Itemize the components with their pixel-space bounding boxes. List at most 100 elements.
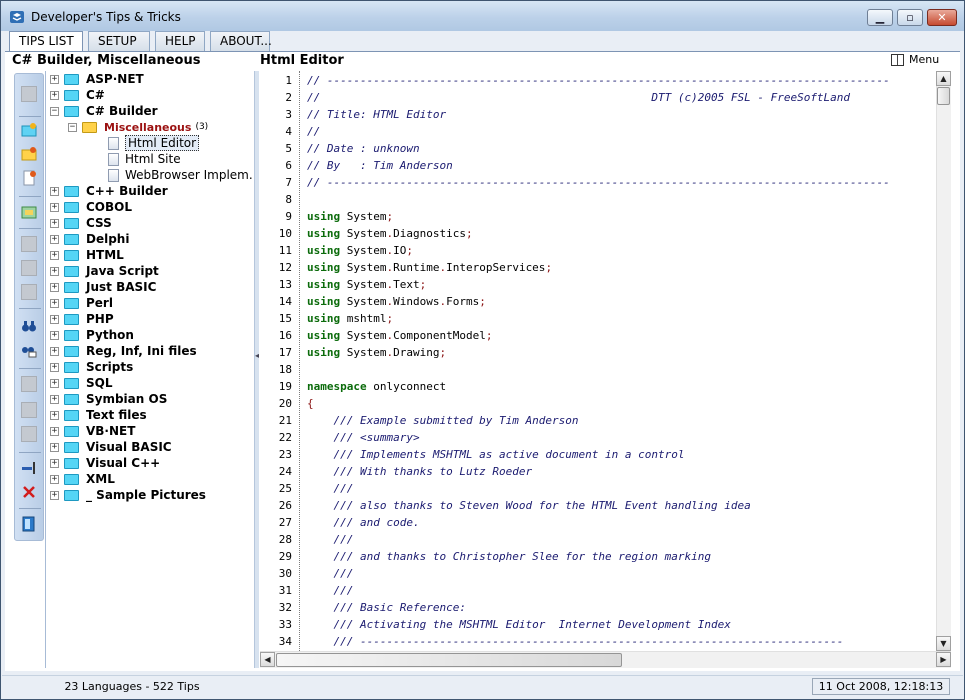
new-tip-icon[interactable]	[21, 170, 37, 186]
folder-icon	[64, 313, 79, 325]
tree-item-sample-pictures[interactable]: + _ Sample Pictures	[50, 487, 206, 503]
tree-item-html[interactable]: + HTML	[50, 247, 124, 263]
vertical-scroll-thumb[interactable]	[937, 87, 950, 105]
tree-item-xml[interactable]: + XML	[50, 471, 115, 487]
tree-item-scripts[interactable]: + Scripts	[50, 359, 133, 375]
scroll-up-icon[interactable]: ▲	[936, 71, 951, 86]
tree-item-perl[interactable]: + Perl	[50, 295, 113, 311]
collapse-arrow-icon[interactable]: ◂	[255, 351, 259, 360]
horizontal-scrollbar[interactable]: ◀ ▶	[260, 651, 951, 668]
expand-icon[interactable]: +	[50, 442, 59, 452]
tree-item-reg-inf-ini[interactable]: + Reg, Inf, Ini files	[50, 343, 197, 359]
tree-item-php[interactable]: + PHP	[50, 311, 114, 327]
expand-icon[interactable]: +	[50, 250, 59, 260]
tree-item-cobol[interactable]: + COBOL	[50, 199, 132, 215]
expand-icon[interactable]: +	[50, 314, 59, 324]
scroll-down-icon[interactable]: ▼	[936, 636, 951, 651]
tab-tips-list[interactable]: TIPS LIST	[9, 31, 83, 52]
tree-item-webbrowser[interactable]: WebBrowser Implem...	[108, 167, 253, 183]
code-line: using mshtml;	[307, 312, 394, 325]
expand-icon[interactable]: +	[50, 90, 59, 100]
delete-icon[interactable]	[21, 484, 37, 500]
tree-item-css[interactable]: + CSS	[50, 215, 112, 231]
refresh-icon[interactable]	[21, 284, 37, 300]
close-button[interactable]: ✕	[927, 9, 957, 26]
import-icon[interactable]	[21, 204, 37, 220]
tree-item-visual-cpp[interactable]: + Visual C++	[50, 455, 160, 471]
expand-icon[interactable]: +	[50, 474, 59, 484]
expand-icon[interactable]: +	[50, 202, 59, 212]
category-tree[interactable]: + ASP·NET + C# − C# Builder − Miscellaneous(…	[45, 71, 253, 668]
insert-icon[interactable]	[21, 460, 37, 476]
tree-item-html-site[interactable]: Html Site	[108, 151, 181, 167]
title-bar[interactable]: Developer's Tips & Tricks ▁ ▫ ✕	[1, 1, 964, 31]
tab-help[interactable]: HELP	[155, 31, 205, 51]
collapse-icon[interactable]: −	[68, 122, 77, 132]
line-number: 16	[278, 329, 292, 342]
expand-icon[interactable]: +	[50, 394, 59, 404]
save-icon[interactable]	[21, 236, 37, 252]
line-number: 11	[278, 244, 292, 257]
add-folder-icon[interactable]	[21, 146, 37, 162]
tab-setup[interactable]: SETUP	[88, 31, 150, 51]
expand-icon[interactable]: +	[50, 186, 59, 196]
expand-icon[interactable]: +	[50, 378, 59, 388]
tree-item-csharp[interactable]: + C#	[50, 87, 105, 103]
binoculars-icon[interactable]	[21, 318, 37, 334]
new-document-icon[interactable]	[21, 86, 37, 102]
paste-icon[interactable]	[21, 426, 37, 442]
expand-icon[interactable]: +	[50, 362, 59, 372]
tree-item-java-script[interactable]: + Java Script	[50, 263, 159, 279]
tree-item-delphi[interactable]: + Delphi	[50, 231, 129, 247]
expand-icon[interactable]: +	[50, 490, 59, 500]
vertical-scrollbar[interactable]: ▲ ▼	[936, 71, 951, 651]
folder-icon	[64, 217, 79, 229]
tree-item-text-files[interactable]: + Text files	[50, 407, 147, 423]
menu-button[interactable]: Menu	[891, 53, 939, 66]
scroll-right-icon[interactable]: ▶	[936, 652, 951, 667]
tree-item-html-editor[interactable]: Html Editor	[108, 135, 200, 151]
expand-icon[interactable]: +	[50, 426, 59, 436]
expand-icon[interactable]: +	[50, 218, 59, 228]
expand-icon[interactable]: +	[50, 346, 59, 356]
tree-item-miscellaneous[interactable]: − Miscellaneous (3)	[68, 119, 208, 135]
tree-item-csharp-builder[interactable]: − C# Builder	[50, 103, 158, 119]
tree-item-cpp-builder[interactable]: + C++ Builder	[50, 183, 168, 199]
code-editor[interactable]: 1 2 3 4 5 6 7 8 9 10 11 12 13 14 15 16 17 18 19 20 21 22 23 24 2…	[260, 71, 950, 651]
maximize-button[interactable]: ▫	[897, 9, 923, 26]
tree-item-label: Java Script	[86, 264, 159, 278]
expand-icon[interactable]: +	[50, 410, 59, 420]
tab-strip: TIPS LIST SETUP HELP ABOUT...	[5, 31, 960, 52]
expand-icon[interactable]: +	[50, 282, 59, 292]
tree-item-just-basic[interactable]: + Just BASIC	[50, 279, 156, 295]
panel-splitter[interactable]: ◂	[254, 71, 259, 668]
undo-icon[interactable]	[21, 376, 37, 392]
tree-item-label: Html Editor	[125, 135, 200, 151]
save-all-icon[interactable]	[21, 260, 37, 276]
tab-about[interactable]: ABOUT...	[210, 31, 272, 51]
new-folder-icon[interactable]	[21, 122, 37, 138]
tree-item-python[interactable]: + Python	[50, 327, 134, 343]
collapse-icon[interactable]: −	[50, 106, 59, 116]
folder-icon	[64, 393, 79, 405]
redo-icon[interactable]	[21, 402, 37, 418]
find-replace-icon[interactable]	[21, 342, 37, 358]
line-number: 25	[278, 482, 292, 495]
tree-item-visual-basic[interactable]: + Visual BASIC	[50, 439, 172, 455]
scroll-left-icon[interactable]: ◀	[260, 652, 275, 667]
tree-item-symbian-os[interactable]: + Symbian OS	[50, 391, 167, 407]
expand-icon[interactable]: +	[50, 298, 59, 308]
expand-icon[interactable]: +	[50, 458, 59, 468]
expand-icon[interactable]: +	[50, 266, 59, 276]
horizontal-scroll-thumb[interactable]	[276, 653, 622, 667]
tree-item-sql[interactable]: + SQL	[50, 375, 113, 391]
minimize-button[interactable]: ▁	[867, 9, 893, 26]
expand-icon[interactable]: +	[50, 234, 59, 244]
exit-icon[interactable]	[21, 516, 37, 532]
expand-icon[interactable]: +	[50, 330, 59, 340]
tree-item-label: Visual BASIC	[86, 440, 172, 454]
tree-item-asp-net[interactable]: + ASP·NET	[50, 71, 144, 87]
code-line: using System.Windows.Forms;	[307, 295, 486, 308]
expand-icon[interactable]: +	[50, 74, 59, 84]
tree-item-vb-net[interactable]: + VB·NET	[50, 423, 135, 439]
